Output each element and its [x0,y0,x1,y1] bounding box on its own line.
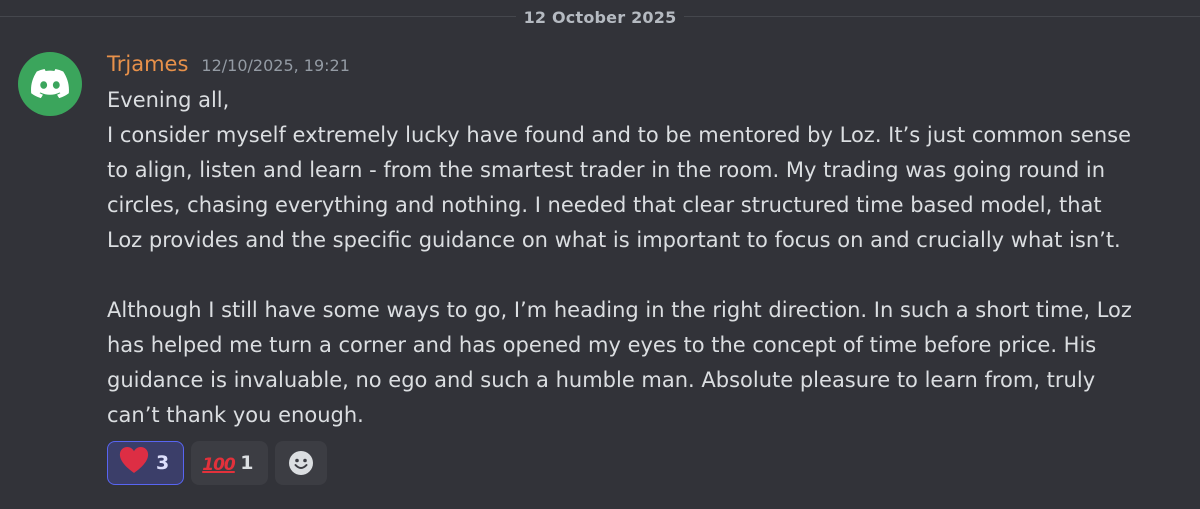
username[interactable]: Trjames [107,52,188,76]
chat-canvas: 12 October 2025 Trjames 12/10/2025, 19:2… [0,0,1200,509]
message-line: I consider myself extremely lucky have f… [107,123,1132,147]
message-line: has helped me turn a corner and has open… [107,333,1097,357]
hundred-points-glyph: 100 [202,454,235,475]
reaction-count: 3 [156,452,170,474]
message-line: can’t thank you enough. [107,403,364,427]
hundred-points-icon: 100 [202,451,235,476]
message-line: guidance is invaluable, no ego and such … [107,368,1096,392]
message-line: circles, chasing everything and nothing.… [107,193,1102,217]
message-line: to align, listen and learn - from the sm… [107,158,1106,182]
add-reaction-button[interactable] [275,441,328,485]
reaction-count: 1 [240,452,254,474]
reaction-heart[interactable]: 3 [107,441,185,485]
message-line: Although I still have some ways to go, I… [107,298,1132,322]
reactions-bar: 3 100 1 [107,441,328,485]
avatar[interactable] [18,52,82,116]
message-timestamp[interactable]: 12/10/2025, 19:21 [201,56,350,75]
date-divider: 12 October 2025 [0,6,1200,28]
message-line: Loz provides and the specific guidance o… [107,228,1121,252]
heart-shape [119,447,149,473]
heart-icon [118,446,150,480]
discord-logo-icon [31,69,69,99]
message-header: Trjames 12/10/2025, 19:21 [107,52,1187,82]
reaction-hundred-points[interactable]: 100 1 [191,441,269,485]
message-body: Evening all, I consider myself extremely… [107,83,1187,433]
smiley-face-icon [289,451,314,475]
date-divider-label: 12 October 2025 [515,7,685,27]
message-content: Trjames 12/10/2025, 19:21 Evening all, I… [107,52,1187,433]
message-line: Evening all, [107,88,230,112]
